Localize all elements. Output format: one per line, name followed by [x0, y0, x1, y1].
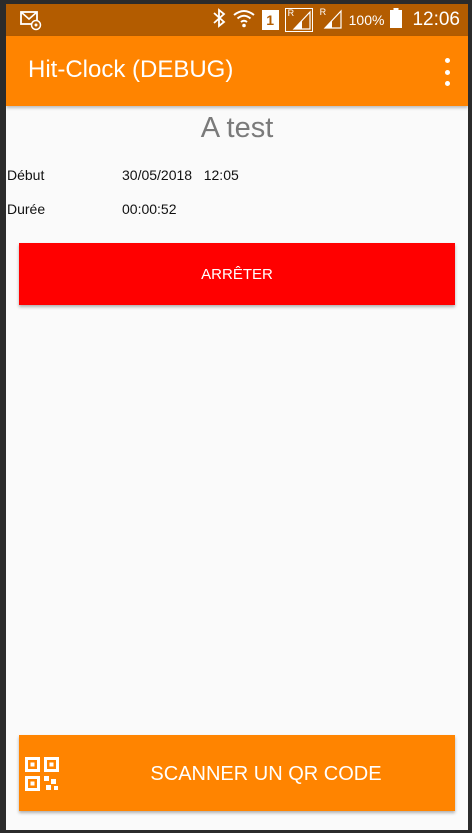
battery-percent: 100%: [348, 12, 385, 28]
app-bar: Hit-Clock (DEBUG): [6, 36, 468, 106]
wifi-icon: [232, 8, 256, 33]
stop-button[interactable]: ARRÊTER: [19, 243, 455, 305]
signal-roaming-icon: R: [319, 7, 343, 32]
stop-button-label: ARRÊTER: [201, 265, 273, 283]
more-vert-icon[interactable]: [440, 58, 454, 86]
status-bar: 1 R R 100% 12:06: [6, 4, 468, 36]
start-value: 30/05/2018 12:05: [122, 167, 239, 183]
scan-qr-button[interactable]: SCANNER UN QR CODE: [19, 735, 455, 811]
signal-roaming-icon: R: [284, 8, 313, 32]
duration-label: Durée: [7, 201, 46, 217]
app-title: Hit-Clock (DEBUG): [28, 56, 234, 83]
sim-1-icon: 1: [261, 10, 279, 30]
duration-value: 00:00:52: [122, 201, 177, 217]
qr-code-icon: [25, 757, 59, 794]
email-notification-icon: [20, 9, 42, 36]
bluetooth-icon: [212, 7, 226, 33]
battery-icon: [390, 7, 403, 33]
phone-screen: 1 R R 100% 12:06 Hit-Clock (DEBUG) A tes…: [6, 4, 468, 830]
status-time: 12:06: [412, 9, 460, 30]
scan-qr-label: SCANNER UN QR CODE: [150, 763, 382, 785]
start-label: Début: [7, 167, 45, 183]
session-title: A test: [200, 112, 274, 144]
sim-slot-number: 1: [266, 12, 275, 28]
